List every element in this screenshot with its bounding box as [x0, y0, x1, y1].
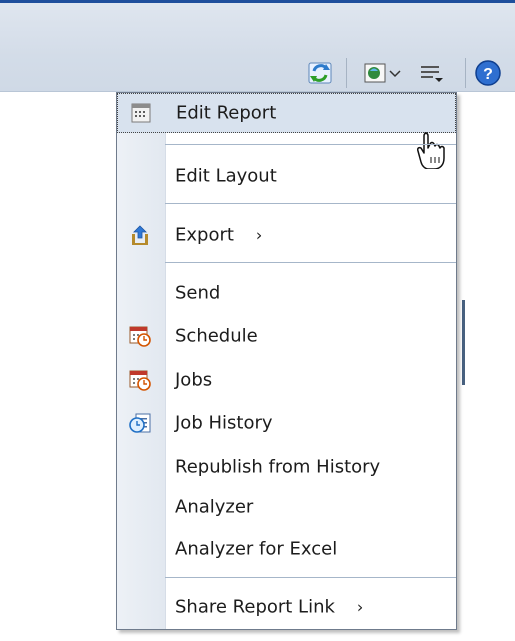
toolbar: ? [0, 0, 515, 92]
menu-item-text: Share Report Link [175, 596, 335, 618]
menu-separator [165, 144, 456, 145]
menu-item-text: Export [175, 224, 234, 246]
menu-item-label: Edit Layout [175, 165, 277, 187]
menu-item-republish-from-history[interactable]: Republish from History [117, 447, 456, 487]
menu-item-label: Republish from History [175, 456, 381, 478]
menu-item-label: Job History [175, 412, 273, 434]
export-icon [129, 224, 151, 246]
submenu-arrow-icon: › [255, 225, 263, 245]
menu-separator [165, 203, 456, 204]
job-history-icon [129, 412, 151, 434]
menu-item-label: Send [175, 282, 221, 304]
actions-menu-icon[interactable] [416, 59, 446, 87]
menu-item-label: Jobs [175, 369, 213, 391]
menu-item-analyzer[interactable]: Analyzer [117, 487, 456, 527]
jobs-icon [129, 369, 151, 391]
menu-item-share-report-link[interactable]: Share Report Link › [117, 587, 456, 627]
scroll-indicator [462, 300, 465, 385]
menu-item-label: Analyzer for Excel [175, 538, 338, 560]
menu-item-schedule[interactable]: Schedule [117, 316, 456, 356]
menu-item-edit-report[interactable]: Edit Report [117, 93, 456, 170]
toolbar-separator [346, 58, 347, 88]
menu-item-label: Analyzer [175, 496, 254, 518]
menu-item-label: Schedule [175, 325, 258, 347]
menu-item-analyzer-for-excel[interactable]: Analyzer for Excel [117, 529, 456, 569]
help-icon[interactable]: ? [474, 59, 502, 87]
svg-text:?: ? [483, 66, 493, 83]
menu-separator [165, 577, 456, 578]
menu-separator [165, 262, 456, 263]
menu-item-send[interactable]: Send [117, 273, 456, 313]
refresh-icon[interactable] [306, 59, 336, 87]
menu-item-edit-layout[interactable]: Edit Layout [117, 156, 456, 196]
menu-item-jobs[interactable]: Jobs [117, 360, 456, 400]
menu-item-job-history[interactable]: Job History [117, 403, 456, 443]
menu-item-label: Share Report Link › [175, 597, 363, 618]
submenu-arrow-icon: › [356, 597, 364, 617]
schedule-icon [129, 325, 151, 347]
menu-item-label: Edit Report [176, 102, 277, 124]
chevron-down-icon[interactable] [388, 59, 402, 87]
view-icon[interactable] [362, 59, 388, 87]
actions-dropdown-menu: Edit Report Edit Layout Export › Send Sc… [116, 92, 457, 630]
toolbar-separator [465, 58, 466, 88]
menu-item-label: Export › [175, 225, 262, 246]
report-calendar-icon [130, 102, 152, 124]
menu-item-export[interactable]: Export › [117, 215, 456, 255]
